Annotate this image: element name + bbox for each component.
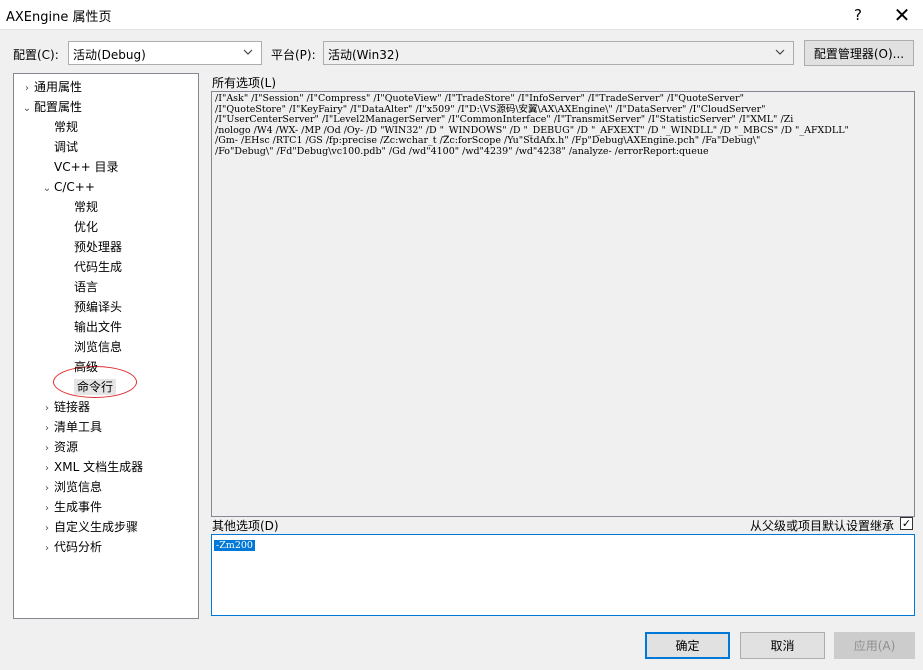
tree-item-label: 代码分析 — [54, 540, 103, 554]
tree-item-label: 浏览信息 — [54, 480, 103, 494]
tree-item[interactable]: 代码生成 — [60, 257, 122, 277]
config-value: 活动(Debug) — [73, 48, 146, 62]
other-options-value: -Zm200 — [214, 540, 255, 551]
apply-button[interactable]: 应用(A) — [834, 632, 915, 659]
chevron-right-icon[interactable]: › — [40, 459, 54, 479]
chevron-right-icon[interactable]: › — [20, 79, 34, 99]
tree-item[interactable]: › 浏览信息 — [40, 477, 102, 497]
tree-item[interactable]: 常规 — [40, 117, 78, 137]
tree-item[interactable]: › 生成事件 — [40, 497, 102, 517]
tree-item-label: 通用属性 — [34, 80, 83, 94]
tree-item[interactable]: › 链接器 — [40, 397, 90, 417]
window-title: AXEngine 属性页 — [6, 10, 112, 25]
config-dropdown[interactable]: 活动(Debug) — [68, 41, 262, 65]
platform-label: 平台(P): — [271, 48, 316, 62]
tree-item-label: 代码生成 — [74, 260, 123, 274]
close-button[interactable]: ✕ — [882, 0, 922, 30]
chevron-right-icon[interactable]: › — [40, 479, 54, 499]
tree-item-label: 生成事件 — [54, 500, 103, 514]
config-manager-button[interactable]: 配置管理器(O)... — [804, 40, 914, 66]
tree-item[interactable]: 调试 — [40, 137, 78, 157]
tree-item[interactable]: 预处理器 — [60, 237, 122, 257]
tree-item[interactable]: ⌄ 配置属性 — [20, 97, 82, 117]
property-tree[interactable]: › 通用属性 ⌄ 配置属性 常规 调试 VC++ 目录 ⌄ C/C++ 常规 优化 预处理器 代码生成语… — [13, 73, 199, 619]
tree-item[interactable]: 语言 — [60, 277, 98, 297]
platform-value: 活动(Win32) — [328, 48, 400, 62]
tree-item-label: 预处理器 — [74, 240, 123, 254]
chevron-down-icon — [773, 45, 787, 59]
tree-item[interactable]: 输出文件 — [60, 317, 122, 337]
tree-item-label: 常规 — [54, 120, 79, 134]
tree-item-label: 语言 — [74, 280, 99, 294]
other-options-input[interactable]: -Zm200 — [211, 534, 915, 616]
inherit-checkbox[interactable]: ✓ — [900, 517, 913, 530]
title-bar: AXEngine 属性页 ? ✕ — [0, 0, 923, 30]
tree-item-label: 调试 — [54, 140, 79, 154]
tree-item-label: 自定义生成步骤 — [54, 520, 139, 534]
tree-item[interactable]: › 通用属性 — [20, 77, 82, 97]
tree-item[interactable]: › 资源 — [40, 437, 78, 457]
all-options-label: 所有选项(L) — [212, 76, 277, 90]
ok-button[interactable]: 确定 — [645, 632, 730, 659]
tree-item-label: 配置属性 — [34, 100, 83, 114]
tree-item-label: 优化 — [74, 220, 99, 234]
tree-item[interactable]: 高级 — [60, 357, 98, 377]
help-button[interactable]: ? — [838, 0, 878, 30]
tree-item[interactable]: › 清单工具 — [40, 417, 102, 437]
tree-item[interactable]: 浏览信息 — [60, 337, 122, 357]
chevron-down-icon — [241, 45, 255, 59]
cancel-button[interactable]: 取消 — [740, 632, 825, 659]
tree-item-label: 预编译头 — [74, 300, 123, 314]
config-label: 配置(C): — [13, 48, 59, 62]
chevron-right-icon[interactable]: › — [40, 439, 54, 459]
chevron-right-icon[interactable]: › — [40, 499, 54, 519]
chevron-right-icon[interactable]: › — [40, 399, 54, 419]
checkmark-icon: ✓ — [901, 517, 912, 530]
other-options-label: 其他选项(D) — [212, 519, 279, 533]
tree-item[interactable]: 命令行 — [60, 377, 117, 397]
tree-item-label: 资源 — [54, 440, 79, 454]
tree-item[interactable]: 预编译头 — [60, 297, 122, 317]
tree-item-label: XML 文档生成器 — [54, 460, 144, 474]
tree-item-label: 清单工具 — [54, 420, 103, 434]
chevron-down-icon[interactable]: ⌄ — [40, 179, 54, 199]
chevron-down-icon[interactable]: ⌄ — [20, 99, 34, 119]
tree-item[interactable]: 优化 — [60, 217, 98, 237]
tree-item[interactable]: ⌄ C/C++ — [40, 177, 95, 197]
tree-item[interactable]: VC++ 目录 — [40, 157, 119, 177]
chevron-right-icon[interactable]: › — [40, 519, 54, 539]
chevron-right-icon[interactable]: › — [40, 539, 54, 559]
tree-item[interactable]: › 代码分析 — [40, 537, 102, 557]
tree-item[interactable]: 常规 — [60, 197, 98, 217]
all-options-text[interactable]: /I"Ask" /I"Session" /I"Compress" /I"Quot… — [211, 91, 915, 517]
tree-item-label: 浏览信息 — [74, 340, 123, 354]
tree-item-label: 常规 — [74, 200, 99, 214]
tree-item[interactable]: › XML 文档生成器 — [40, 457, 143, 477]
tree-item[interactable]: › 自定义生成步骤 — [40, 517, 138, 537]
tree-item-label: 链接器 — [54, 400, 91, 414]
tree-item-label: 高级 — [74, 360, 99, 374]
chevron-right-icon[interactable]: › — [40, 419, 54, 439]
inherit-label: 从父级或项目默认设置继承 — [750, 519, 895, 533]
tree-item-label: C/C++ — [54, 180, 95, 194]
platform-dropdown[interactable]: 活动(Win32) — [323, 41, 794, 65]
tree-item-label: 输出文件 — [74, 320, 123, 334]
tree-item-label: 命令行 — [74, 379, 117, 395]
tree-item-label: VC++ 目录 — [54, 160, 119, 174]
